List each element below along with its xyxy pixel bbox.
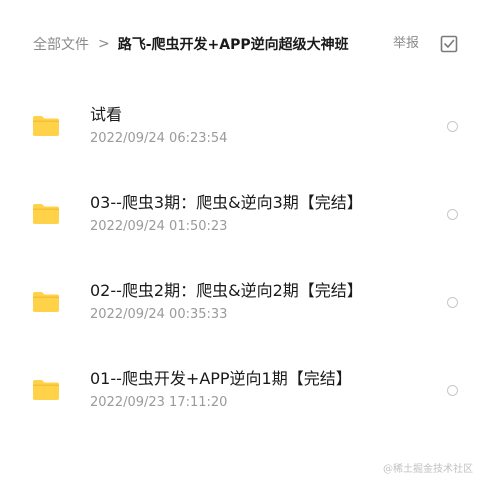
radio-icon[interactable]: [447, 297, 458, 308]
watermark: @稀土掘金技术社区: [383, 464, 473, 475]
file-name: 02--爬虫2期：爬虫&逆向2期【完结】: [90, 281, 363, 300]
file-date: 2022/09/24 01:50:23: [90, 219, 228, 234]
file-date: 2022/09/24 06:23:54: [90, 131, 228, 146]
breadcrumb-root-link[interactable]: 全部文件: [33, 34, 89, 54]
file-browser-page: 全部文件 > 路飞-爬虫开发+APP逆向超级大神班 举报 试看 2022/09/…: [0, 0, 480, 480]
breadcrumb-separator: >: [98, 36, 110, 52]
file-date: 2022/09/24 00:35:33: [90, 307, 228, 322]
checkbox-icon[interactable]: [440, 35, 458, 53]
file-list: 试看 2022/09/24 06:23:54 03--爬虫3期：爬虫&逆向3期【…: [0, 78, 480, 430]
folder-icon: [33, 292, 59, 312]
file-name: 试看: [90, 105, 123, 124]
folder-icon: [33, 116, 59, 136]
radio-icon[interactable]: [447, 385, 458, 396]
radio-icon[interactable]: [447, 121, 458, 132]
list-item[interactable]: 01--爬虫开发+APP逆向1期【完结】 2022/09/23 17:11:20: [0, 342, 480, 430]
file-date: 2022/09/23 17:11:20: [90, 395, 228, 410]
file-name: 01--爬虫开发+APP逆向1期【完结】: [90, 369, 352, 388]
list-item[interactable]: 02--爬虫2期：爬虫&逆向2期【完结】 2022/09/24 00:35:33: [0, 254, 480, 342]
radio-icon[interactable]: [447, 209, 458, 220]
folder-icon: [33, 380, 59, 400]
folder-icon: [33, 204, 59, 224]
list-item[interactable]: 03--爬虫3期：爬虫&逆向3期【完结】 2022/09/24 01:50:23: [0, 166, 480, 254]
list-item[interactable]: 试看 2022/09/24 06:23:54: [0, 78, 480, 166]
breadcrumb: 全部文件 > 路飞-爬虫开发+APP逆向超级大神班: [33, 28, 363, 60]
file-name: 03--爬虫3期：爬虫&逆向3期【完结】: [90, 193, 363, 212]
breadcrumb-current-folder: 路飞-爬虫开发+APP逆向超级大神班: [117, 37, 349, 53]
header-bar: 全部文件 > 路飞-爬虫开发+APP逆向超级大神班 举报: [0, 28, 480, 60]
report-button[interactable]: 举报: [393, 28, 419, 60]
